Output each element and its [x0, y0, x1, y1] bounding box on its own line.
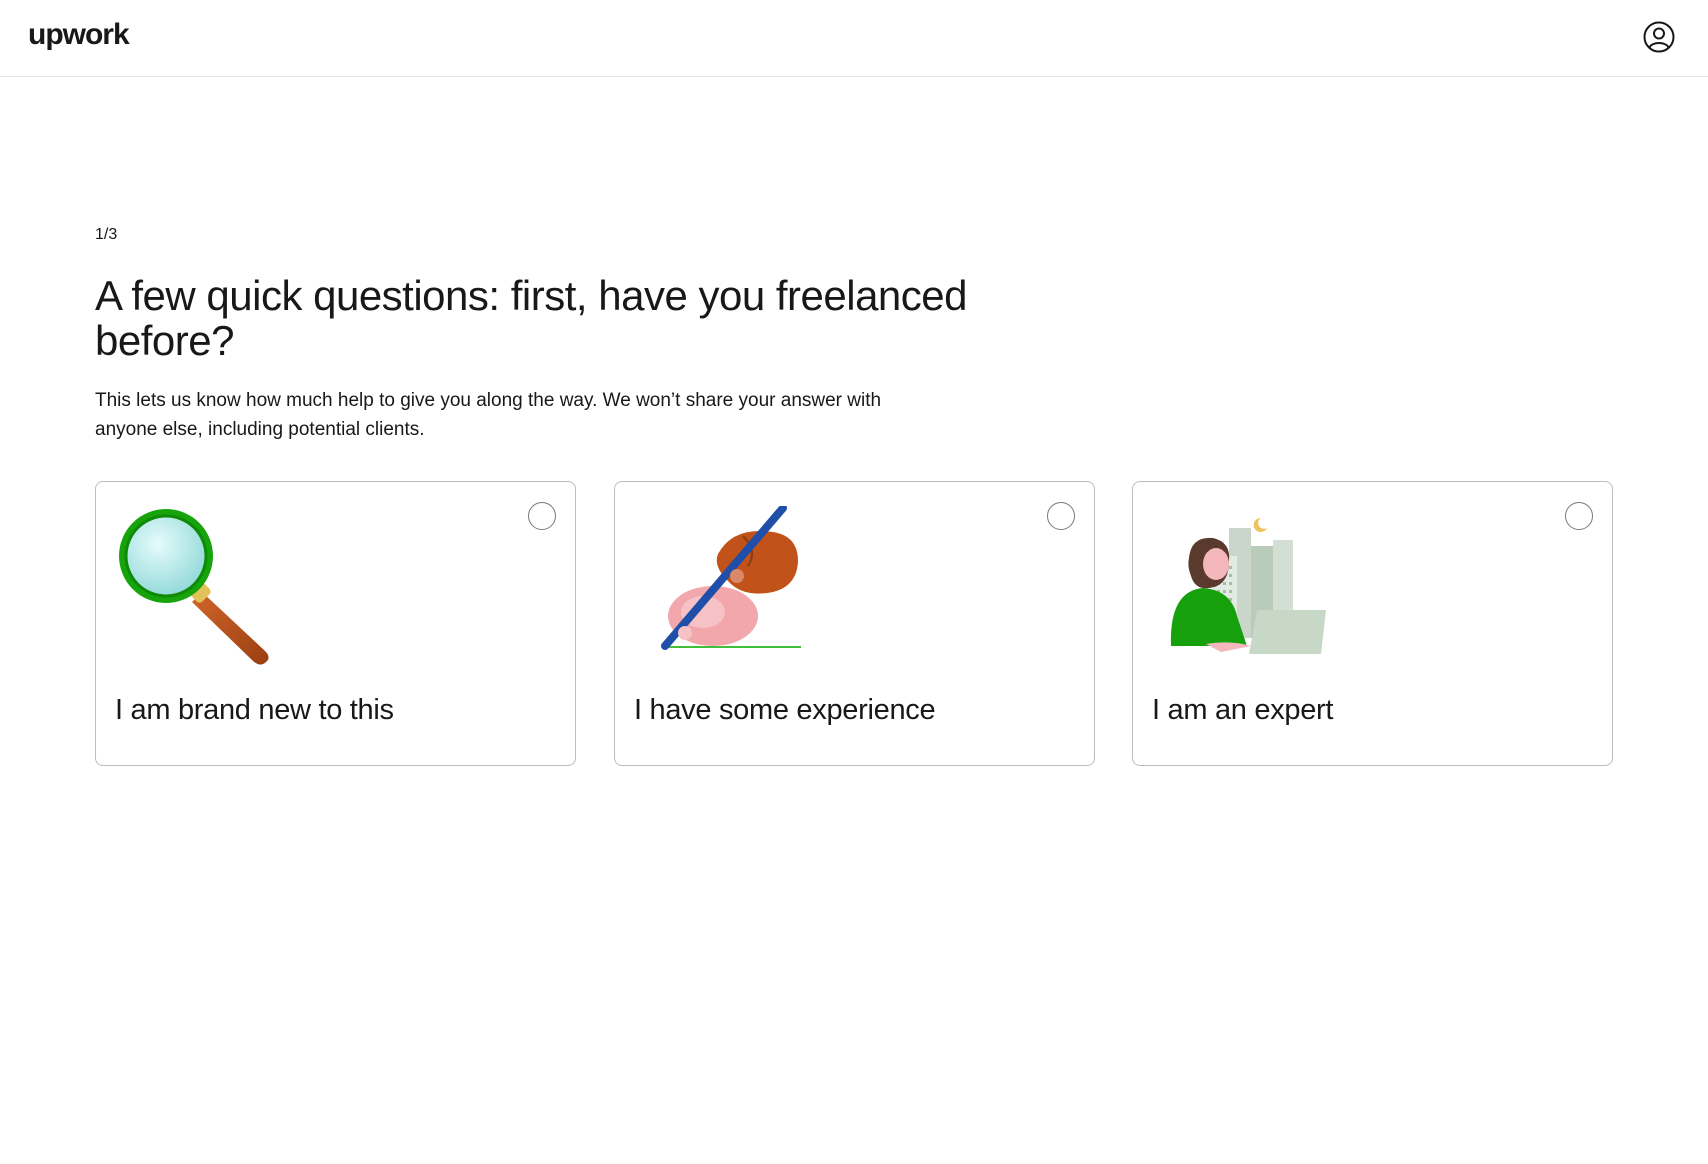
upwork-logo[interactable]: upwork — [28, 18, 130, 52]
option-label: I have some experience — [634, 694, 936, 726]
option-label: I am brand new to this — [115, 694, 394, 726]
top-bar: upwork — [0, 0, 1708, 77]
option-card-some-experience[interactable]: I have some experience — [614, 481, 1095, 766]
option-radio-brand-new[interactable] — [528, 502, 556, 530]
step-indicator: 1/3 — [95, 226, 118, 243]
magnifying-glass-icon — [114, 506, 294, 666]
woman-laptop-city-icon — [1151, 506, 1331, 666]
option-card-expert[interactable]: I am an expert — [1132, 481, 1613, 766]
option-card-brand-new[interactable]: I am brand new to this — [95, 481, 576, 766]
page-title: A few quick questions: first, have you f… — [95, 272, 968, 364]
option-radio-some-experience[interactable] — [1047, 502, 1075, 530]
option-label: I am an expert — [1152, 694, 1334, 726]
hands-writing-icon — [633, 504, 813, 666]
option-radio-expert[interactable] — [1565, 502, 1593, 530]
user-circle-icon[interactable] — [1643, 21, 1675, 53]
page-subtitle: This lets us know how much help to give … — [95, 390, 882, 440]
